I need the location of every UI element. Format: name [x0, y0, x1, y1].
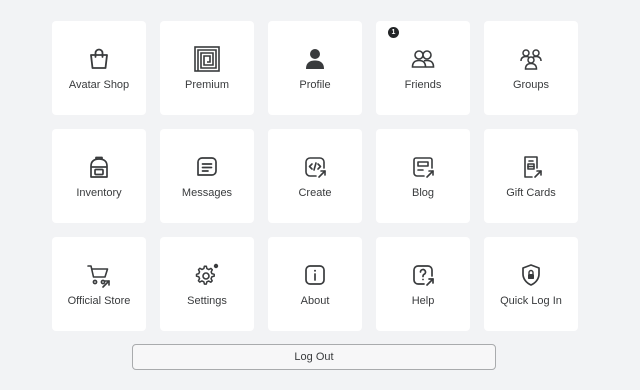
tile-label: About — [300, 295, 330, 307]
tile-official-store[interactable]: Official Store — [52, 237, 146, 331]
tile-label: Profile — [299, 79, 331, 91]
tile-settings[interactable]: Settings — [160, 237, 254, 331]
tile-label: Groups — [512, 79, 550, 91]
menu-grid: Avatar Shop Premium Profile 1 Friends Gr… — [52, 21, 578, 331]
blog-icon — [410, 154, 436, 180]
tile-label: Premium — [184, 79, 229, 91]
shopping-bag-icon — [86, 46, 112, 72]
tile-label: Inventory — [76, 187, 122, 199]
tile-avatar-shop[interactable]: Avatar Shop — [52, 21, 146, 115]
log-out-button[interactable]: Log Out — [132, 344, 496, 370]
cart-icon — [86, 262, 112, 288]
tile-quick-log-in[interactable]: Quick Log In — [484, 237, 578, 331]
tile-label: Create — [298, 187, 332, 199]
backpack-icon — [86, 154, 112, 180]
tile-label: Help — [411, 295, 435, 307]
tile-label: Gift Cards — [506, 187, 556, 199]
tile-label: Settings — [187, 295, 227, 307]
premium-icon — [194, 46, 220, 72]
tile-messages[interactable]: Messages — [160, 129, 254, 223]
tile-label: Friends — [404, 79, 442, 91]
groups-icon — [518, 46, 544, 72]
friends-icon — [410, 46, 436, 72]
gear-icon — [194, 262, 220, 288]
tile-help[interactable]: Help — [376, 237, 470, 331]
tile-premium[interactable]: Premium — [160, 21, 254, 115]
tile-label: Messages — [181, 187, 233, 199]
tile-label: Quick Log In — [500, 295, 562, 307]
message-icon — [194, 154, 220, 180]
tile-label: Official Store — [67, 295, 131, 307]
profile-icon — [302, 46, 328, 72]
tile-label: Blog — [411, 187, 435, 199]
gift-card-icon — [518, 154, 544, 180]
tile-inventory[interactable]: Inventory — [52, 129, 146, 223]
notification-badge: 1 — [388, 27, 399, 38]
tile-about[interactable]: About — [268, 237, 362, 331]
tile-friends[interactable]: 1 Friends — [376, 21, 470, 115]
tile-blog[interactable]: Blog — [376, 129, 470, 223]
tile-label: Avatar Shop — [68, 79, 130, 91]
help-icon — [410, 262, 436, 288]
info-icon — [302, 262, 328, 288]
shield-lock-icon — [518, 262, 544, 288]
tile-gift-cards[interactable]: Gift Cards — [484, 129, 578, 223]
tile-profile[interactable]: Profile — [268, 21, 362, 115]
tile-groups[interactable]: Groups — [484, 21, 578, 115]
create-icon — [302, 154, 328, 180]
tile-create[interactable]: Create — [268, 129, 362, 223]
